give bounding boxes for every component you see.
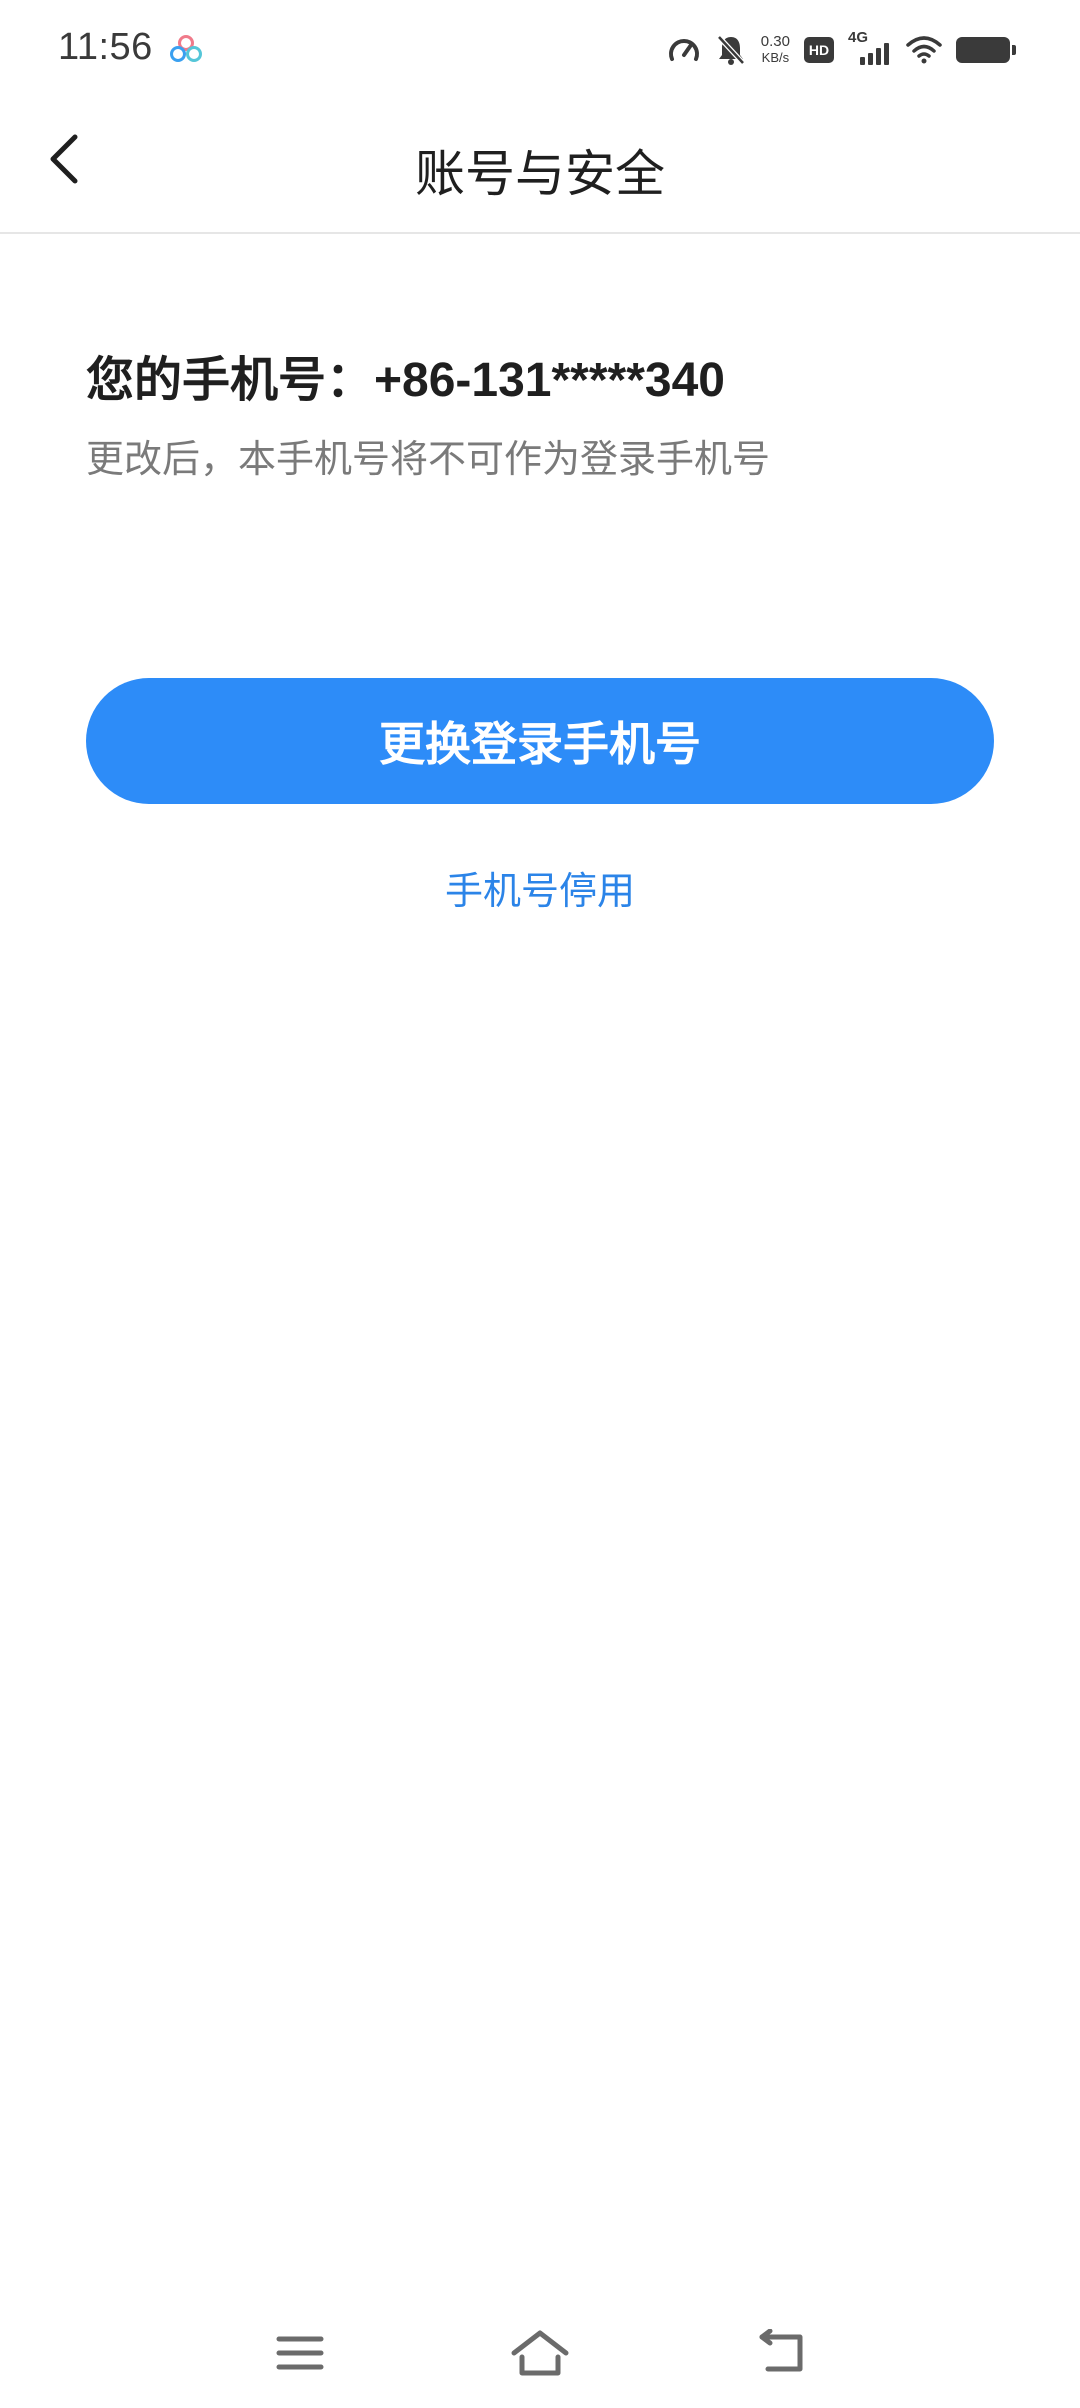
status-icons: 0.30 KB/s HD 4G [667,29,1016,70]
page-title: 账号与安全 [415,146,665,202]
bell-muted-icon [716,35,745,65]
change-login-phone-button[interactable]: 更换登录手机号 [86,678,994,804]
home-icon [511,2330,569,2376]
current-phone-number: 您的手机号：+86-131*****340 [86,354,725,407]
signal-icon: 4G [848,29,892,67]
battery-icon [956,37,1016,63]
back-icon [759,2329,803,2372]
status-bar: 11:56 0.30 KB/s HD 4G [0,0,1080,100]
net-speed-value: 0.30 [760,33,790,50]
net-speed-unit: KB/s [761,50,790,65]
system-nav-bar [0,2298,1080,2408]
deactivate-phone-link[interactable]: 手机号停用 [0,860,1080,915]
menu-icon [276,2336,324,2370]
wifi-icon [906,36,942,64]
net-speed: 0.30 KB/s [761,34,790,64]
hd-icon: HD [804,37,834,63]
change-hint: 更改后，本手机号将不可作为登录手机号 [86,439,771,481]
status-time: 11:56 [58,26,153,68]
app-header: 账号与安全 [0,100,1080,234]
app-cluster-icon [170,35,202,62]
menu-button[interactable] [260,2318,340,2388]
home-button[interactable] [500,2318,580,2388]
speedometer-icon [668,39,699,61]
nav-back-button[interactable] [742,2318,822,2388]
